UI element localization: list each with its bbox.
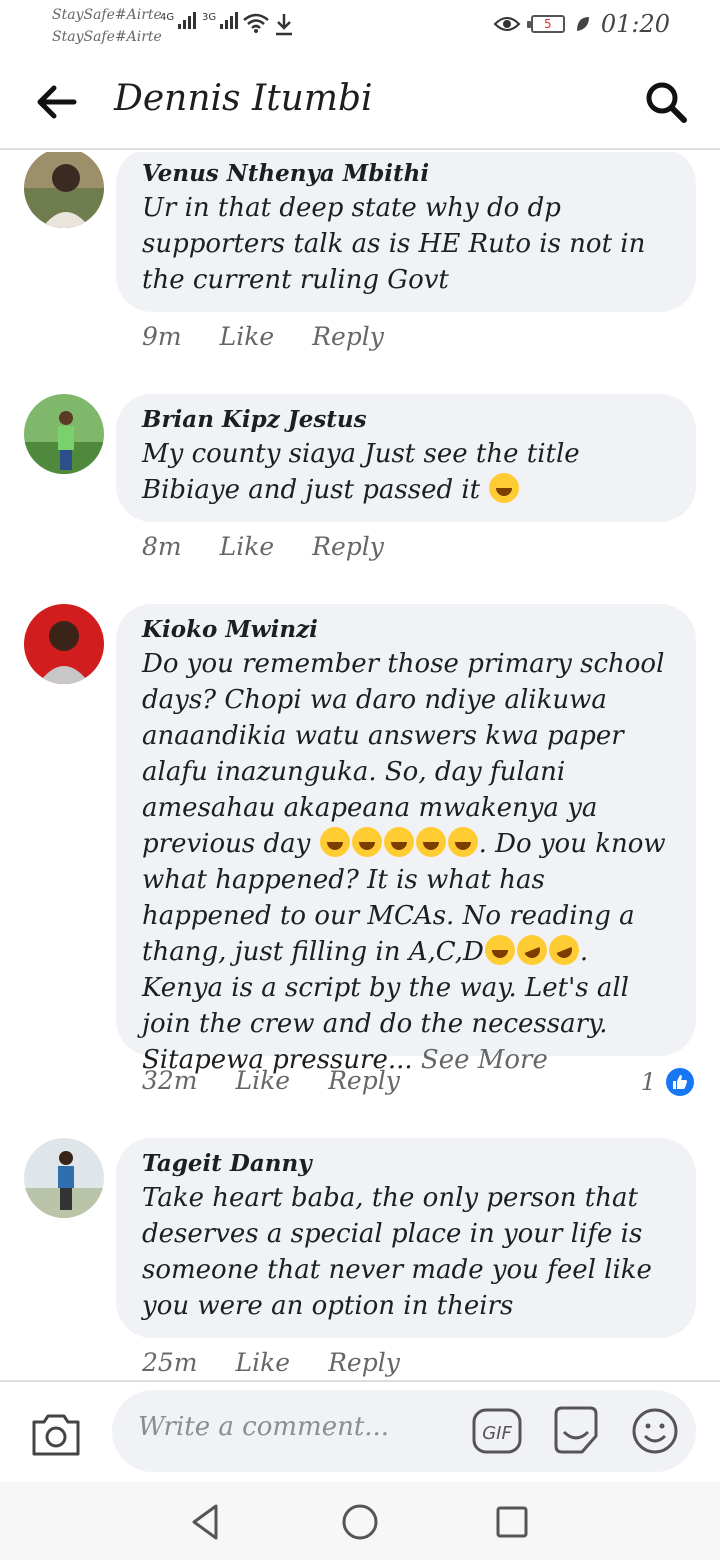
comment-placeholder: Write a comment... xyxy=(138,1412,390,1442)
carrier-info: StaySafe#Airte StaySafe#Airte xyxy=(52,4,162,48)
comment-author[interactable]: Kioko Mwinzi xyxy=(142,614,670,646)
reply-button[interactable]: Reply xyxy=(312,322,384,351)
smiley-icon[interactable] xyxy=(630,1406,680,1456)
page-title: Dennis Itumbi xyxy=(114,78,373,119)
comment-actions: 32m Like Reply xyxy=(142,1066,400,1095)
laughing-emoji xyxy=(484,935,515,965)
power-saving-leaf-icon xyxy=(576,17,589,31)
nav-home-icon[interactable] xyxy=(340,1502,380,1542)
search-icon[interactable] xyxy=(642,78,690,126)
comment-author[interactable]: Venus Nthenya Mbithi xyxy=(142,158,670,190)
sticker-icon[interactable] xyxy=(550,1404,602,1458)
gif-label: GIF xyxy=(482,1423,512,1444)
reply-button[interactable]: Reply xyxy=(312,532,384,561)
comment-actions: 25m Like Reply xyxy=(142,1348,400,1377)
status-right: 5 01:20 xyxy=(493,10,670,38)
download-icon xyxy=(276,14,292,36)
reply-button[interactable]: Reply xyxy=(328,1066,400,1095)
comment-composer: Write a comment... GIF xyxy=(0,1380,720,1482)
reaction-summary[interactable]: 1 xyxy=(641,1066,696,1098)
comment-text: Do you remember those primary school day… xyxy=(142,646,670,1078)
battery-indicator: 5 xyxy=(526,15,565,33)
comment-feed[interactable]: Venus Nthenya Mbithi Ur in that deep sta… xyxy=(0,152,720,1380)
reaction-count: 1 xyxy=(640,1068,656,1096)
comment-bubble[interactable]: Kioko Mwinzi Do you remember those prima… xyxy=(116,604,696,1075)
comment-author[interactable]: Brian Kipz Jestus xyxy=(142,404,670,436)
carrier-label-2: StaySafe#Airte xyxy=(52,29,162,45)
comment-bubble[interactable]: Venus Nthenya Mbithi Ur in that deep sta… xyxy=(116,152,696,312)
camera-icon[interactable] xyxy=(30,1410,82,1458)
signal-4g-icon: 4G xyxy=(160,12,197,29)
rofl-emoji xyxy=(544,930,584,970)
comment-bubble[interactable]: Brian Kipz Jestus My county siaya Just s… xyxy=(116,394,696,522)
wifi-icon xyxy=(243,13,269,33)
laughing-emoji xyxy=(447,827,478,857)
avatar[interactable] xyxy=(24,1138,104,1218)
app-header: Dennis Itumbi xyxy=(0,52,720,150)
comment-bubble[interactable]: Tageit Danny Take heart baba, the only p… xyxy=(116,1138,696,1338)
like-button[interactable]: Like xyxy=(236,1066,291,1095)
system-nav-bar xyxy=(0,1482,720,1560)
comment-timestamp: 8m xyxy=(142,532,182,561)
comment-author[interactable]: Tageit Danny xyxy=(142,1148,670,1180)
avatar[interactable] xyxy=(24,604,104,684)
eye-comfort-icon xyxy=(493,17,521,31)
rofl-emoji xyxy=(512,930,552,970)
network-type-1: 4G xyxy=(160,12,175,23)
carrier-label-1: StaySafe#Airte xyxy=(52,7,162,23)
back-arrow-icon[interactable] xyxy=(34,82,78,122)
avatar[interactable] xyxy=(24,152,104,228)
avatar[interactable] xyxy=(24,394,104,474)
like-button[interactable]: Like xyxy=(220,322,275,351)
like-button[interactable]: Like xyxy=(236,1348,291,1377)
comment-timestamp: 25m xyxy=(142,1348,198,1377)
laughing-emoji xyxy=(351,827,382,857)
status-time: 01:20 xyxy=(600,10,670,38)
comment-text: My county siaya Just see the title Bibia… xyxy=(142,436,670,508)
gif-icon[interactable]: GIF xyxy=(472,1408,522,1454)
network-type-2: 3G xyxy=(202,12,217,23)
comment-text: Take heart baba, the only person that de… xyxy=(142,1183,652,1321)
nav-back-icon[interactable] xyxy=(186,1502,226,1542)
see-more-link[interactable]: See More xyxy=(421,1045,548,1075)
laughing-emoji xyxy=(319,827,350,857)
nav-recents-icon[interactable] xyxy=(492,1502,532,1542)
comment-timestamp: 32m xyxy=(142,1066,198,1095)
laughing-emoji xyxy=(415,827,446,857)
reply-button[interactable]: Reply xyxy=(328,1348,400,1377)
laughing-emoji xyxy=(383,827,414,857)
comment-text: Ur in that deep state why do dp supporte… xyxy=(142,193,646,295)
grinning-sweat-emoji xyxy=(489,473,520,503)
like-button[interactable]: Like xyxy=(220,532,275,561)
comment-actions: 8m Like Reply xyxy=(142,532,384,561)
comment-actions: 9m Like Reply xyxy=(142,322,384,351)
signal-3g-icon: 3G xyxy=(202,12,239,29)
thumbs-up-icon xyxy=(664,1066,696,1098)
comment-timestamp: 9m xyxy=(142,322,182,351)
comment-input[interactable]: Write a comment... GIF xyxy=(112,1390,696,1472)
status-bar: StaySafe#Airte StaySafe#Airte 4G 3G 5 01… xyxy=(0,0,720,52)
